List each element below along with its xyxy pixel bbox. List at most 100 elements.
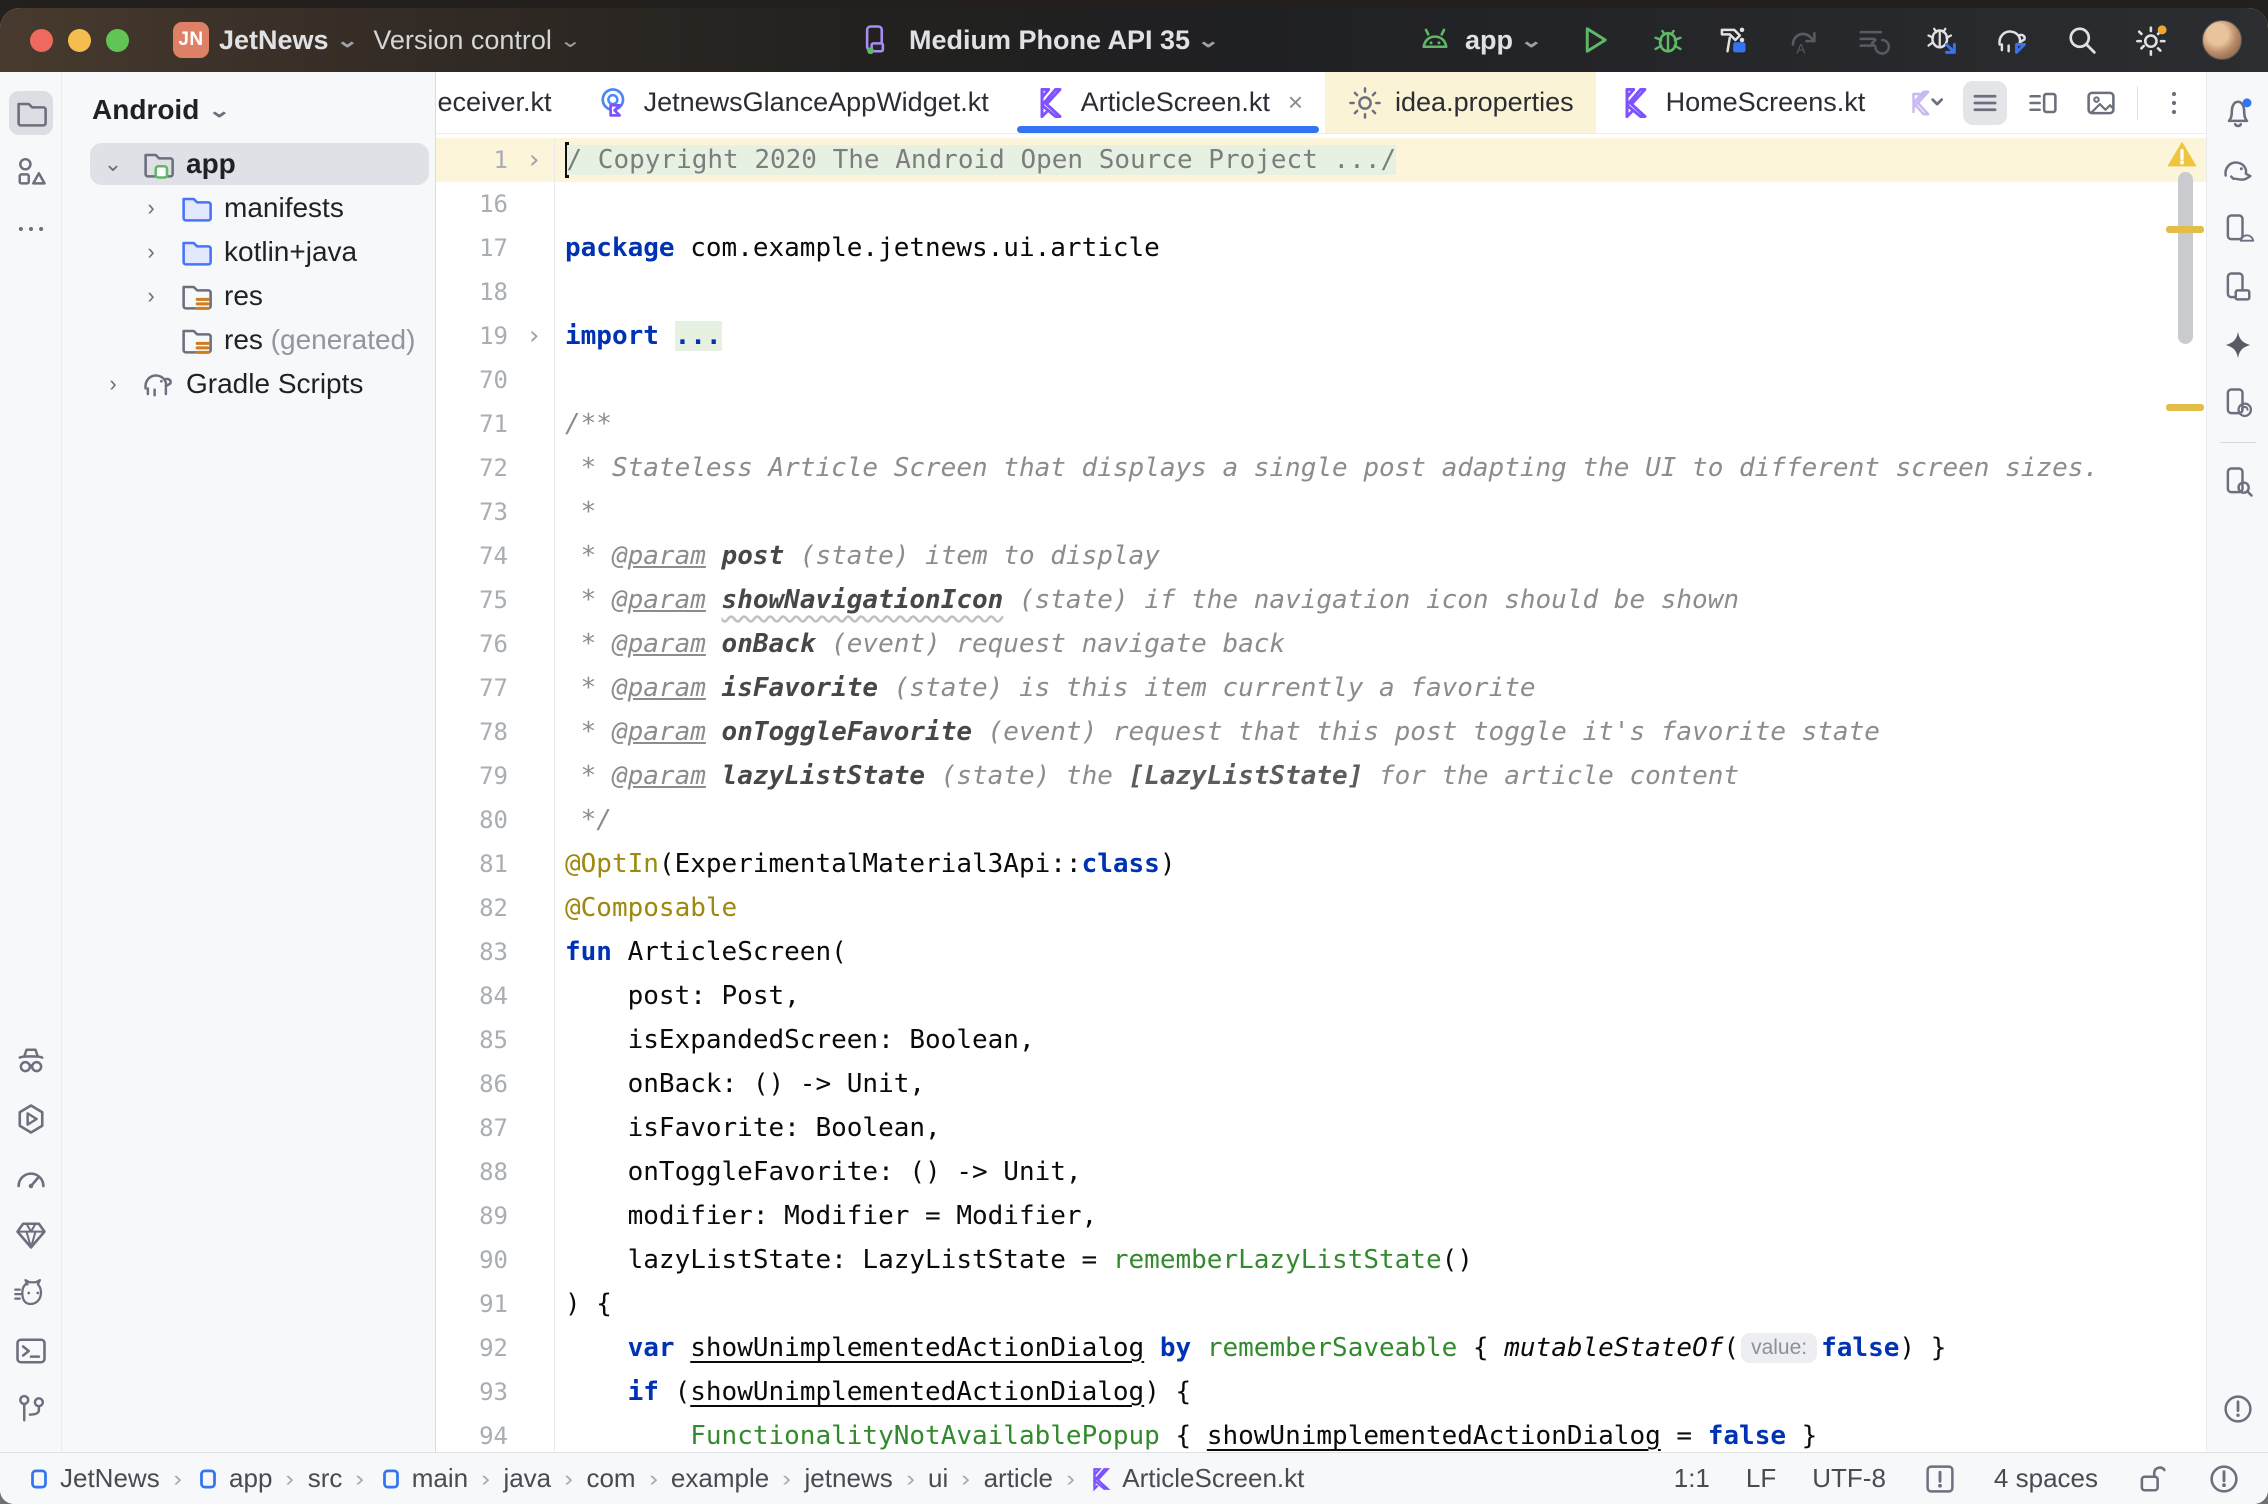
more-options-button[interactable] <box>2152 81 2196 125</box>
search-everywhere-button[interactable] <box>2062 20 2102 60</box>
code-line[interactable]: 94 FunctionalityNotAvailablePopup { show… <box>436 1414 2206 1452</box>
code-line[interactable]: 85 isExpandedScreen: Boolean, <box>436 1018 2206 1062</box>
close-window-button[interactable] <box>30 29 53 52</box>
code-text[interactable]: fun ArticleScreen( <box>554 930 2206 974</box>
gradle-icon[interactable] <box>2216 149 2260 193</box>
code-line[interactable]: 71/** <box>436 402 2206 446</box>
app-quality-insights-icon[interactable] <box>9 1213 53 1257</box>
split-view-button[interactable] <box>2021 81 2065 125</box>
code-text[interactable]: * <box>554 490 2206 534</box>
code-line[interactable]: 82@Composable <box>436 886 2206 930</box>
breadcrumb-item-app[interactable]: app <box>191 1463 276 1494</box>
readonly-lock-icon[interactable] <box>2134 1461 2170 1497</box>
terminal-icon[interactable] <box>9 1329 53 1373</box>
code-line[interactable]: 90 lazyListState: LazyListState = rememb… <box>436 1238 2206 1282</box>
user-avatar[interactable] <box>2202 20 2242 60</box>
fold-region-icon[interactable]: › <box>514 321 554 351</box>
close-tab-icon[interactable]: × <box>1288 87 1303 118</box>
device-selector[interactable]: Medium Phone API 35 ⌄ <box>909 25 1217 56</box>
code-text[interactable]: if (showUnimplementedActionDialog) { <box>554 1370 2206 1414</box>
device-explorer-icon[interactable] <box>2216 381 2260 425</box>
hidden-tabs-dropdown[interactable] <box>1905 81 1949 125</box>
app-inspection-icon[interactable] <box>9 1039 53 1083</box>
chevron-right-icon[interactable]: › <box>134 195 168 221</box>
version-control-widget[interactable]: Version control ⌄ <box>373 25 578 56</box>
code-line[interactable]: 1›/ Copyright 2020 The Android Open Sour… <box>436 138 2206 182</box>
breadcrumb-item-jetnews[interactable]: JetNews <box>22 1463 164 1494</box>
line-number[interactable]: 87 <box>436 1114 514 1142</box>
line-number[interactable]: 78 <box>436 718 514 746</box>
indent-indicator[interactable]: 4 spaces <box>1994 1463 2098 1494</box>
code-line[interactable]: 78 * @param onToggleFavorite (event) req… <box>436 710 2206 754</box>
single-column-view-button[interactable] <box>1963 81 2007 125</box>
code-line[interactable]: 89 modifier: Modifier = Modifier, <box>436 1194 2206 1238</box>
tree-item-res[interactable]: ›res <box>62 274 435 318</box>
gauge-icon[interactable] <box>9 1155 53 1199</box>
minimize-window-button[interactable] <box>68 29 91 52</box>
build-hammer-button[interactable] <box>1712 20 1752 60</box>
tree-item-manifests[interactable]: ›manifests <box>62 186 435 230</box>
code-editor[interactable]: 1›/ Copyright 2020 The Android Open Sour… <box>436 134 2206 1452</box>
line-number[interactable]: 79 <box>436 762 514 790</box>
project-widget[interactable]: JN JetNews ⌄ <box>173 22 355 58</box>
device-manager-icon[interactable] <box>2216 207 2260 251</box>
line-number[interactable]: 94 <box>436 1422 514 1450</box>
code-text[interactable]: post: Post, <box>554 974 2206 1018</box>
line-number[interactable]: 76 <box>436 630 514 658</box>
code-text[interactable]: ) { <box>554 1282 2206 1326</box>
project-view-selector[interactable]: Android ⌄ <box>62 80 435 142</box>
run-button[interactable] <box>1574 20 1614 60</box>
line-ending-indicator[interactable]: LF <box>1746 1463 1776 1494</box>
line-number[interactable]: 70 <box>436 366 514 394</box>
caret-position[interactable]: 1:1 <box>1674 1463 1710 1494</box>
line-number[interactable]: 77 <box>436 674 514 702</box>
line-number[interactable]: 16 <box>436 190 514 218</box>
line-number[interactable]: 90 <box>436 1246 514 1274</box>
layout-inspector-icon[interactable] <box>2216 460 2260 504</box>
line-number[interactable]: 85 <box>436 1026 514 1054</box>
code-text[interactable]: package com.example.jetnews.ui.article <box>554 226 2206 270</box>
project-folder-icon[interactable] <box>9 91 53 135</box>
code-line[interactable]: 88 onToggleFavorite: () -> Unit, <box>436 1150 2206 1194</box>
code-line[interactable]: 92 var showUnimplementedActionDialog by … <box>436 1326 2206 1370</box>
inspection-warning-icon[interactable] <box>2164 136 2200 172</box>
line-number[interactable]: 83 <box>436 938 514 966</box>
breadcrumb-item-main[interactable]: main <box>374 1463 472 1494</box>
tab-homescreens-kt[interactable]: HomeScreens.kt <box>1596 72 1888 133</box>
code-line[interactable]: 77 * @param isFavorite (state) is this i… <box>436 666 2206 710</box>
code-line[interactable]: 93 if (showUnimplementedActionDialog) { <box>436 1370 2206 1414</box>
tab-jetnewsglanceappwidget-kt[interactable]: JetnewsGlanceAppWidget.kt <box>574 72 1011 133</box>
code-text[interactable]: onToggleFavorite: () -> Unit, <box>554 1150 2206 1194</box>
code-text[interactable]: * @param onBack (event) request navigate… <box>554 622 2206 666</box>
code-line[interactable]: 72 * Stateless Article Screen that displ… <box>436 446 2206 490</box>
image-view-button[interactable] <box>2079 81 2123 125</box>
more-tool-windows-icon[interactable] <box>9 207 53 251</box>
problems-status-icon[interactable] <box>2206 1461 2242 1497</box>
code-text[interactable] <box>554 270 2206 314</box>
breadcrumb-item-example[interactable]: example <box>667 1463 773 1494</box>
warning-stripe-mark[interactable] <box>2166 226 2204 233</box>
code-text[interactable]: * @param onToggleFavorite (event) reques… <box>554 710 2206 754</box>
line-number[interactable]: 71 <box>436 410 514 438</box>
running-devices-icon[interactable] <box>2216 265 2260 309</box>
line-number[interactable]: 93 <box>436 1378 514 1406</box>
code-line[interactable]: 17package com.example.jetnews.ui.article <box>436 226 2206 270</box>
line-number[interactable]: 86 <box>436 1070 514 1098</box>
line-number[interactable]: 88 <box>436 1158 514 1186</box>
code-text[interactable]: * @param post (state) item to display <box>554 534 2206 578</box>
line-number[interactable]: 82 <box>436 894 514 922</box>
chevron-right-icon[interactable]: › <box>96 371 130 397</box>
notifications-bell-icon[interactable] <box>2216 91 2260 135</box>
code-line[interactable]: 79 * @param lazyListState (state) the [L… <box>436 754 2206 798</box>
breadcrumb-item-ui[interactable]: ui <box>924 1463 952 1494</box>
breadcrumb-item-articlescreen-kt[interactable]: ArticleScreen.kt <box>1084 1463 1308 1494</box>
tree-item-app[interactable]: ⌄app <box>62 142 435 186</box>
code-text[interactable]: import ... <box>554 314 2206 358</box>
line-number[interactable]: 1 <box>436 146 514 174</box>
code-text[interactable]: * @param lazyListState (state) the [Lazy… <box>554 754 2206 798</box>
tab-receiver-kt[interactable]: Receiver.kt <box>436 72 574 133</box>
line-number[interactable]: 18 <box>436 278 514 306</box>
code-text[interactable] <box>554 182 2206 226</box>
chevron-down-icon[interactable]: ⌄ <box>96 151 130 177</box>
code-text[interactable]: isExpandedScreen: Boolean, <box>554 1018 2206 1062</box>
